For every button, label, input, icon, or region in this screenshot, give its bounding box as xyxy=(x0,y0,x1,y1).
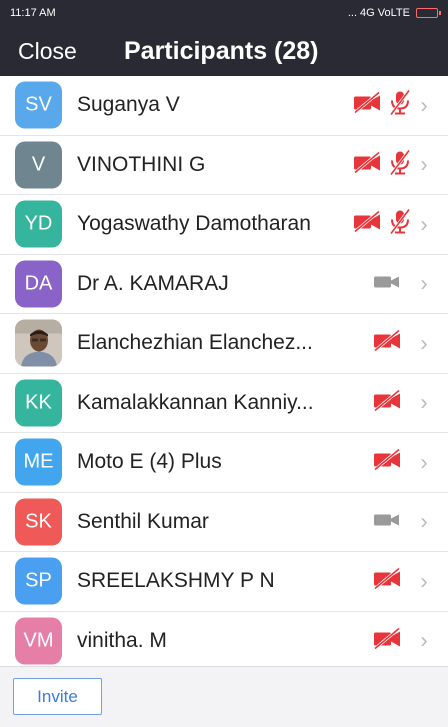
participant-row[interactable]: KK Kamalakkannan Kanniy... › xyxy=(0,374,448,433)
participant-name: Elanchezhian Elanchez... xyxy=(77,331,313,355)
status-right-text: ... 4G VoLTE xyxy=(347,7,410,19)
participant-row[interactable]: ME Moto E (4) Plus › xyxy=(0,433,448,493)
chevron-right-icon: › xyxy=(420,389,428,415)
participant-name: vinitha. M xyxy=(77,628,167,652)
status-icons: › xyxy=(372,329,430,357)
video-off-icon xyxy=(372,329,402,357)
participant-row[interactable]: DA Dr A. KAMARAJ › xyxy=(0,255,448,314)
mic-muted-icon xyxy=(388,149,412,180)
avatar: VM xyxy=(15,617,62,665)
status-icons: › xyxy=(372,627,430,654)
avatar: ME xyxy=(15,438,62,486)
participant-name: SREELAKSHMY P N xyxy=(77,569,275,593)
status-icons: › xyxy=(352,149,430,180)
status-icons: › xyxy=(352,208,430,240)
status-icons: › xyxy=(372,389,430,416)
participant-row[interactable]: Elanchezhian Elanchez... › xyxy=(0,314,448,374)
participant-list: SV Suganya V › V VINOTHINI G › YD Yogaswathy Da… xyxy=(0,76,448,671)
participant-row[interactable]: SK Senthil Kumar › xyxy=(0,493,448,552)
participant-row[interactable]: V VINOTHINI G › xyxy=(0,136,448,195)
participant-name: Senthil Kumar xyxy=(77,509,209,533)
status-icons: › xyxy=(372,508,430,535)
mic-muted-icon xyxy=(388,89,412,121)
avatar: YD xyxy=(15,200,62,248)
participant-row[interactable]: VM vinitha. M › xyxy=(0,612,448,671)
chevron-right-icon: › xyxy=(420,270,428,296)
participant-name: Suganya V xyxy=(77,93,180,117)
chevron-right-icon: › xyxy=(420,151,428,177)
participant-name: VINOTHINI G xyxy=(77,152,206,176)
footer-bar: Invite xyxy=(0,666,448,727)
status-icons: › xyxy=(372,448,430,476)
participant-name: Moto E (4) Plus xyxy=(77,450,222,474)
video-off-icon xyxy=(352,151,382,178)
invite-button[interactable]: Invite xyxy=(13,678,102,715)
avatar: SV xyxy=(15,81,62,129)
participant-row[interactable]: SV Suganya V › xyxy=(0,76,448,136)
avatar: V xyxy=(15,141,62,189)
chevron-right-icon: › xyxy=(420,508,428,534)
chevron-right-icon: › xyxy=(420,92,428,118)
video-off-icon xyxy=(352,91,382,119)
avatar xyxy=(15,319,62,367)
status-icons: › xyxy=(372,270,430,297)
chevron-right-icon: › xyxy=(420,330,428,356)
video-off-icon xyxy=(352,210,382,238)
participant-name: Yogaswathy Damotharan xyxy=(77,212,311,236)
chevron-right-icon: › xyxy=(420,627,428,653)
status-indicators: ... 4G VoLTE xyxy=(347,7,441,19)
chevron-right-icon: › xyxy=(420,568,428,594)
nav-bar: Close Participants (28) xyxy=(0,26,448,76)
video-off-icon xyxy=(372,567,402,595)
participant-name: Kamalakkannan Kanniy... xyxy=(77,390,314,414)
status-bar: 11:17 AM ... 4G VoLTE xyxy=(0,0,448,26)
video-off-icon xyxy=(372,627,402,654)
chevron-right-icon: › xyxy=(420,449,428,475)
participant-row[interactable]: SP SREELAKSHMY P N › xyxy=(0,552,448,612)
close-button[interactable]: Close xyxy=(18,38,77,65)
status-icons: › xyxy=(352,89,430,121)
status-time: 11:17 AM xyxy=(10,7,56,19)
avatar: KK xyxy=(15,379,62,427)
battery-icon xyxy=(416,8,441,18)
participant-name: Dr A. KAMARAJ xyxy=(77,271,229,295)
chevron-right-icon: › xyxy=(420,211,428,237)
video-off-icon xyxy=(372,448,402,476)
mic-muted-icon xyxy=(388,208,412,240)
video-camera-icon xyxy=(372,270,402,297)
video-off-icon xyxy=(372,389,402,416)
avatar: DA xyxy=(15,260,62,308)
page-title: Participants (28) xyxy=(124,37,319,65)
participant-row[interactable]: YD Yogaswathy Damotharan › xyxy=(0,195,448,255)
avatar: SP xyxy=(15,557,62,605)
avatar: SK xyxy=(15,498,62,546)
status-icons: › xyxy=(372,567,430,595)
video-camera-icon xyxy=(372,508,402,535)
